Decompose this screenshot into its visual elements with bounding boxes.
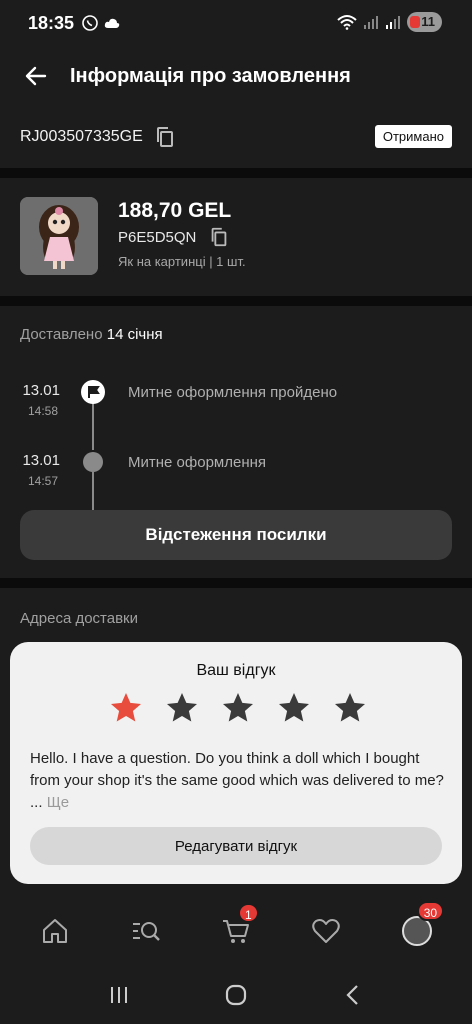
page-title: Інформація про замовлення [70,64,351,87]
show-more-link[interactable]: Ще [47,794,69,811]
product-thumbnail[interactable] [20,197,98,275]
tracking-event: 13.01 14:58 Митне оформлення пройдено [0,380,472,432]
address-section: Адреса доставки [0,588,472,648]
timeline-dot [83,452,103,472]
search-list-icon [132,922,160,941]
delivery-section: Доставлено 14 січня 13.01 14:58 Митне оф… [0,306,472,578]
battery-low-icon [410,16,421,28]
star-icon-4[interactable] [276,690,312,726]
signal-icon-2 [386,16,401,29]
profile-badge: 30 [416,901,445,921]
delivered-info: Доставлено 14 січня [20,326,163,343]
status-time: 18:35 [28,12,75,33]
event-time: 14:58 [27,404,58,418]
edit-review-button[interactable]: Редагувати відгук [30,827,442,865]
tracking-row: RJ003507335GE Отримано [0,106,472,168]
product-variant: Як на картинці | 1 шт. [118,254,246,269]
divider [0,578,472,588]
divider [0,296,472,306]
track-parcel-button[interactable]: Відстеження посилки [20,510,452,560]
review-text: Hello. I have a question. Do you think a… [30,750,444,811]
bottom-navigation: 1 30 [0,900,472,962]
wifi-icon [337,15,357,30]
heart-icon [312,919,341,943]
product-card: 188,70 GEL P6E5D5QN Як на картинці | 1 ш… [0,178,472,296]
star-icon-3[interactable] [220,690,256,726]
star-icon-1[interactable] [108,690,144,726]
event-time: 14:57 [27,474,58,488]
copy-sku-icon[interactable] [208,226,230,248]
signal-icon [364,16,379,29]
address-label: Адреса доставки [20,610,139,627]
cart-badge: 1 [237,903,259,923]
star-icon-2[interactable] [164,690,200,726]
home-circle-icon [225,984,247,1006]
doll-image [20,197,98,275]
back-button[interactable] [16,56,56,96]
star-icon-5[interactable] [332,690,368,726]
system-navigation [0,966,472,1024]
tracking-number: RJ003507335GE [20,128,143,145]
chevron-left-icon [346,985,359,1005]
delivered-date: 14 січня [106,326,163,343]
arrow-left-icon [25,66,47,86]
product-sku: P6E5D5QN [118,228,197,246]
nav-wishlist[interactable] [306,911,346,951]
home-button[interactable] [216,975,256,1015]
nav-categories[interactable] [126,911,166,951]
event-date: 13.01 [22,382,60,399]
nav-home[interactable] [35,911,75,951]
cloud-icon [104,18,120,28]
nav-profile[interactable]: 30 [397,901,445,951]
tracking-event: 13.01 14:57 Митне оформлення [0,452,472,502]
review-title: Ваш відгук [196,662,276,679]
system-back-button[interactable] [333,975,373,1015]
battery-indicator: 11 [407,12,442,32]
nav-cart[interactable]: 1 [216,903,259,951]
divider [0,168,472,178]
rating-stars [108,690,368,726]
product-price: 188,70 GEL [118,199,232,222]
order-details-screen: 18:35 11 Інформація про замовлення RJ003… [0,0,472,1024]
status-bar: 18:35 11 [0,0,472,46]
recent-apps-button[interactable] [99,975,139,1015]
event-date: 13.01 [22,452,60,469]
flag-icon [81,380,105,404]
event-text: Митне оформлення [128,454,267,471]
copy-icon[interactable] [153,125,177,149]
whatsapp-icon [82,15,98,31]
event-text: Митне оформлення пройдено [128,384,338,401]
recent-apps-icon [110,987,127,1003]
app-header: Інформація про замовлення [0,46,472,106]
review-card: Ваш відгук Hello. I have a question. Do … [10,642,462,884]
order-status-badge: Отримано [374,125,452,148]
home-icon [43,919,68,943]
